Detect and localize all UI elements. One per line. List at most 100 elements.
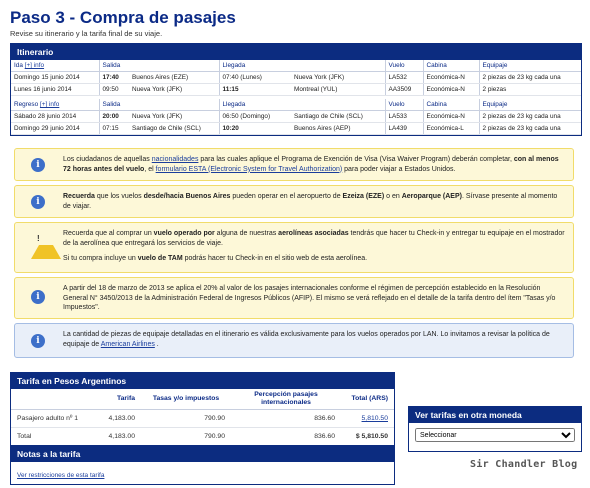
fare-col-empty [11,389,91,410]
page-subtitle: Revise su itinerario y la tarifa final d… [10,29,163,38]
col-cabina: Cabina [422,99,479,111]
col-salida: Salida [98,60,219,72]
baggage: 2 piezas de 23 kg cada una [478,122,581,135]
fare-heading: Tarifa en Pesos Argentinos [11,373,394,389]
cabin: Económica-N [422,71,479,84]
notice-airports-text: Recuerda que los vuelos desde/hacia Buen… [63,193,558,210]
flight-row: Domingo 15 junio 2014 17:40 Buenos Aires… [11,71,581,84]
flight-date: Domingo 29 junio 2014 [11,122,99,135]
fare-tasas: 790.90 [141,409,231,428]
fare-restrictions-link[interactable]: Ver restricciones de esta tarifa [17,472,104,479]
page-title: Paso 3 - Compra de pasajes [10,8,236,27]
return-info-link[interactable]: [+] info [40,101,59,108]
watermark: Sir Chandler Blog [470,459,578,470]
arr-place: Montreal (YUL) [291,83,385,96]
fare-total-row: Total 4,183.00 790.90 836.60 $ 5,810.50 [11,427,394,446]
flight-date: Sábado 28 junio 2014 [11,110,99,123]
outbound-info-link[interactable]: [+] info [25,62,44,69]
notice-baggage-policy-text: La cantidad de piezas de equipaje detall… [63,331,550,348]
notice-partner-airlines-text: Recuerda que al comprar un vuelo operado… [63,230,565,262]
fare-col-tasas: Tasas y/o impuestos [141,389,231,410]
dep-time: 09:50 [98,83,129,96]
fare-percepcion: 836.60 [231,409,341,428]
col-llegada: Llegada [218,99,385,111]
dep-place: Santiago de Chile (SCL) [129,122,219,135]
info-icon: i [31,334,45,348]
arr-place: Buenos Aires (AEP) [291,122,385,135]
dep-place: Nueva York (JFK) [129,110,219,123]
fare-tarifa: 4,183.00 [91,409,141,428]
arr-time: 11:15 [218,83,291,96]
outbound-header-row: Ida [+] info Salida Llegada Vuelo Cabina… [11,60,581,72]
notice-airports: i Recuerda que los vuelos desde/hacia Bu… [14,185,574,218]
esta-form-link[interactable]: formulario ESTA (Electronic System for T… [156,166,343,173]
notice-visa-waiver-text: Los ciudadanos de aquellas nacionalidade… [63,156,559,173]
dep-time: 20:00 [98,110,129,123]
col-salida: Salida [98,99,219,111]
dep-place: Buenos Aires (EZE) [129,71,219,84]
flight-date: Lunes 16 junio 2014 [11,83,99,96]
flight-row: Lunes 16 junio 2014 09:50 Nueva York (JF… [11,83,581,96]
dep-time: 07:15 [98,122,129,135]
cabin: Económica-L [422,122,479,135]
col-cabina: Cabina [422,60,479,72]
fare-col-tarifa: Tarifa [91,389,141,410]
notice-baggage-policy: i La cantidad de piezas de equipaje deta… [14,323,574,358]
info-icon: i [31,158,45,172]
flight-number: AA3509 [384,83,423,96]
fare-panel: Tarifa en Pesos Argentinos Tarifa Tasas … [10,372,395,447]
outbound-label-cell: Ida [+] info [11,60,99,72]
flight-date: Domingo 15 junio 2014 [11,71,99,84]
col-llegada: Llegada [218,60,385,72]
baggage: 2 piezas [478,83,581,96]
dep-place: Nueva York (JFK) [129,83,219,96]
currency-select[interactable]: Seleccionar [415,428,575,442]
notice-partner-airlines: ! Recuerda que al comprar un vuelo opera… [14,222,574,273]
arr-place: Nueva York (JFK) [291,71,385,84]
info-icon: i [31,195,45,209]
flight-row: Sábado 28 junio 2014 20:00 Nueva York (J… [11,110,581,123]
flight-number: LA439 [384,122,423,135]
info-icon: i [31,290,45,304]
baggage: 2 piezas de 23 kg cada una [478,110,581,123]
currency-panel: Ver tarifas en otra moneda Seleccionar [408,406,582,452]
notice-afip-tax-text: A partir del 18 de marzo de 2013 se apli… [63,285,556,311]
col-vuelo: Vuelo [384,99,423,111]
cabin: Económica-N [422,83,479,96]
arr-time: 07:40 (Lunes) [218,71,291,84]
fare-total-link[interactable]: 5,810.50 [362,415,388,422]
return-label: Regreso [14,101,39,108]
fare-row: Pasajero adulto nº 1 4,183.00 790.90 836… [11,409,394,428]
nationalities-link[interactable]: nacionalidades [152,156,199,163]
fare-row-label: Pasajero adulto nº 1 [11,409,91,428]
itinerary-panel: Itinerario Ida [+] info Salida Llegada V… [10,43,582,136]
fare-grand-total: $ 5,810.50 [341,427,394,446]
flight-row: Domingo 29 junio 2014 07:15 Santiago de … [11,122,581,135]
col-equipaje: Equipaje [478,60,581,72]
flight-number: LA533 [384,110,423,123]
fare-col-percepcion: Percepción pasajes internacionales [231,389,341,410]
itinerary-table: Ida [+] info Salida Llegada Vuelo Cabina… [11,60,581,135]
baggage: 2 piezas de 23 kg cada una [478,71,581,84]
cabin: Económica-N [422,110,479,123]
col-vuelo: Vuelo [384,60,423,72]
dep-time: 17:40 [98,71,129,84]
col-equipaje: Equipaje [478,99,581,111]
outbound-label: Ida [14,62,23,69]
flight-number: LA532 [384,71,423,84]
return-label-cell: Regreso [+] info [11,99,99,111]
american-airlines-link[interactable]: American Airlines [101,341,155,348]
itinerary-heading: Itinerario [11,44,581,60]
fare-total-cell: 5,810.50 [341,409,394,428]
notice-afip-tax: i A partir del 18 de marzo de 2013 se ap… [14,277,574,319]
fare-table: Tarifa Tasas y/o impuestos Percepción pa… [11,389,394,446]
fare-tasas: 790.90 [141,427,231,446]
arr-place: Santiago de Chile (SCL) [291,110,385,123]
fare-tarifa: 4,183.00 [91,427,141,446]
notice-visa-waiver: i Los ciudadanos de aquellas nacionalida… [14,148,574,181]
fare-notes-panel: Notas a la tarifa Ver restricciones de e… [10,445,395,485]
arr-time: 06:50 (Domingo) [218,110,291,123]
fare-percepcion: 836.60 [231,427,341,446]
currency-heading: Ver tarifas en otra moneda [409,407,581,423]
fare-notes-heading: Notas a la tarifa [11,446,394,462]
